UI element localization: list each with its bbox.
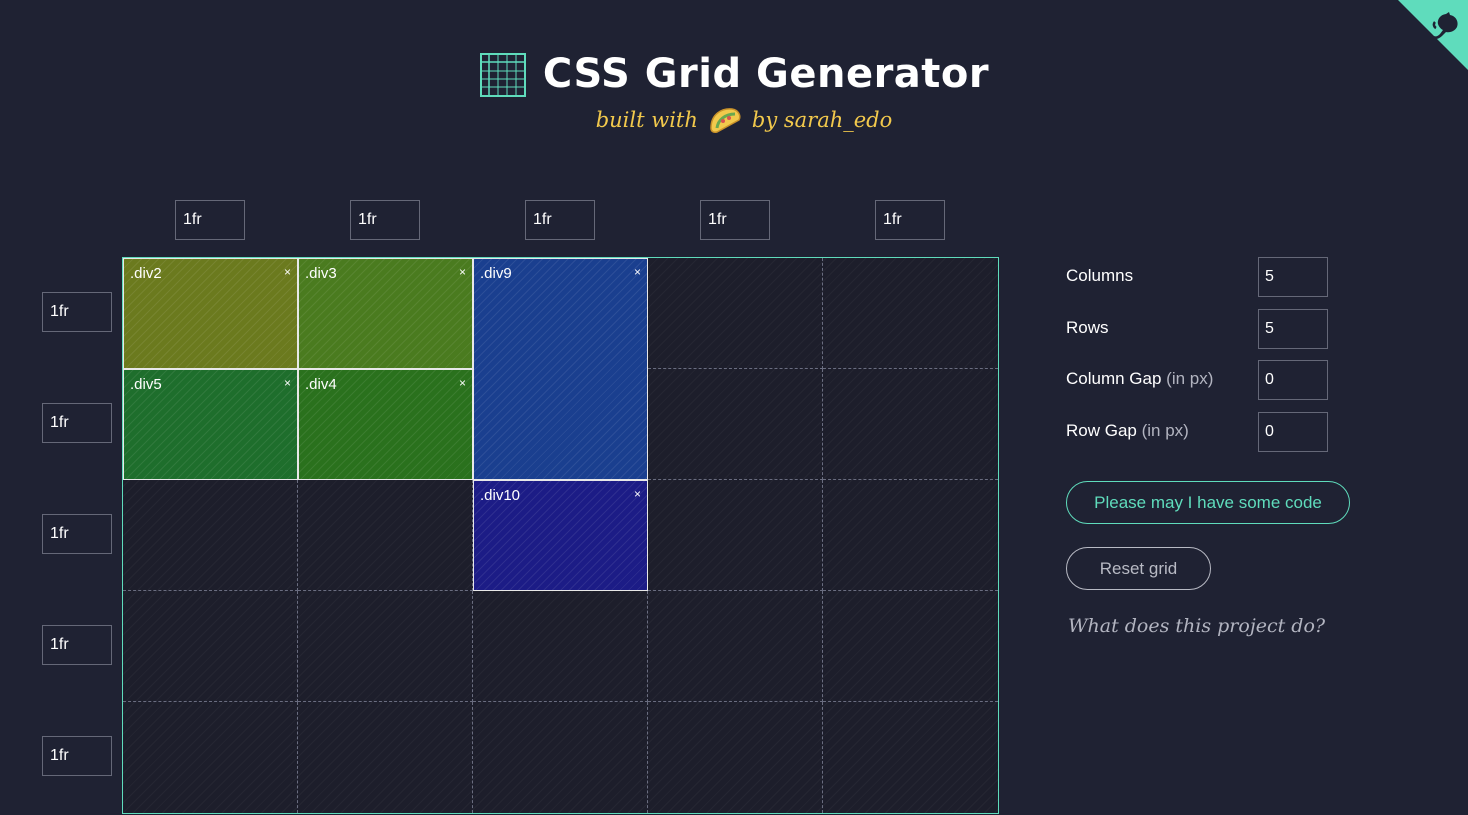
column-gap-input[interactable] — [1258, 360, 1328, 400]
close-icon[interactable]: × — [634, 265, 641, 279]
grid-item[interactable]: .div10 × — [473, 480, 648, 591]
rows-label: Rows — [1066, 318, 1109, 337]
row-gap-label: Row Gap (in px) — [1066, 421, 1189, 441]
column-track-input-1[interactable] — [175, 200, 245, 240]
grid-item[interactable]: .div2 × — [123, 258, 298, 369]
grid-icon — [479, 53, 526, 97]
grid-item[interactable]: .div5 × — [123, 369, 298, 480]
grid-cell[interactable] — [298, 591, 473, 702]
grid-cell[interactable] — [823, 591, 998, 702]
get-code-button[interactable]: Please may I have some code — [1066, 481, 1350, 524]
subtitle-prefix: built with — [595, 108, 698, 132]
grid-item[interactable]: .div4 × — [298, 369, 473, 480]
grid-item-label: .div10 — [480, 487, 521, 504]
grid-cell[interactable] — [823, 480, 998, 591]
close-icon[interactable]: × — [459, 265, 466, 279]
column-track-input-5[interactable] — [875, 200, 945, 240]
close-icon[interactable]: × — [284, 265, 291, 279]
columns-label: Columns — [1066, 266, 1134, 285]
grid-item-label: .div4 — [305, 376, 337, 393]
grid-item-label: .div2 — [130, 265, 162, 282]
row-track-input-5[interactable] — [42, 736, 112, 776]
row-track-input-4[interactable] — [42, 625, 112, 665]
grid-cell[interactable] — [123, 591, 298, 702]
row-track-input-3[interactable] — [42, 514, 112, 554]
grid-item-label: .div9 — [480, 265, 512, 282]
page-title: CSS Grid Generator — [542, 51, 990, 97]
column-gap-hint: (in px) — [1166, 369, 1214, 388]
row-gap-label-text: Row Gap — [1066, 421, 1137, 440]
subtitle-suffix: by sarah_edo — [751, 108, 893, 132]
grid-cell[interactable] — [648, 702, 823, 813]
column-track-input-2[interactable] — [350, 200, 420, 240]
row-gap-hint: (in px) — [1141, 421, 1189, 440]
grid-cell[interactable] — [648, 480, 823, 591]
grid-cell[interactable] — [298, 480, 473, 591]
grid-cell[interactable] — [648, 258, 823, 369]
taco-icon — [710, 108, 741, 133]
grid-cell[interactable] — [648, 591, 823, 702]
close-icon[interactable]: × — [284, 376, 291, 390]
close-icon[interactable]: × — [634, 487, 641, 501]
column-gap-label-text: Column Gap — [1066, 369, 1162, 388]
grid-cell[interactable] — [123, 702, 298, 813]
grid-item-label: .div3 — [305, 265, 337, 282]
grid-cell[interactable] — [298, 702, 473, 813]
grid-cell[interactable] — [473, 591, 648, 702]
grid-cell[interactable] — [823, 258, 998, 369]
header: CSS Grid Generator built with by sarah_e… — [0, 48, 1468, 134]
grid-cell[interactable] — [823, 702, 998, 813]
grid-canvas[interactable]: .div2 × .div3 × .div9 × .div5 × .div4 × .div10 × — [122, 257, 999, 814]
row-track-input-2[interactable] — [42, 403, 112, 443]
column-gap-label: Column Gap (in px) — [1066, 369, 1213, 389]
grid-cell[interactable] — [123, 480, 298, 591]
reset-grid-button[interactable]: Reset grid — [1066, 547, 1211, 590]
title-row: CSS Grid Generator — [0, 48, 1468, 100]
grid-cell[interactable] — [648, 369, 823, 480]
rows-input[interactable] — [1258, 309, 1328, 349]
subtitle: built with by sarah_edo — [0, 106, 1468, 134]
column-track-input-4[interactable] — [700, 200, 770, 240]
close-icon[interactable]: × — [459, 376, 466, 390]
row-gap-input[interactable] — [1258, 412, 1328, 452]
column-track-input-3[interactable] — [525, 200, 595, 240]
grid-item-label: .div5 — [130, 376, 162, 393]
columns-input[interactable] — [1258, 257, 1328, 297]
grid-cell[interactable] — [823, 369, 998, 480]
grid-cell[interactable] — [473, 702, 648, 813]
grid-item[interactable]: .div3 × — [298, 258, 473, 369]
grid-item[interactable]: .div9 × — [473, 258, 648, 480]
about-project-link[interactable]: What does this project do? — [1068, 615, 1325, 637]
row-track-input-1[interactable] — [42, 292, 112, 332]
